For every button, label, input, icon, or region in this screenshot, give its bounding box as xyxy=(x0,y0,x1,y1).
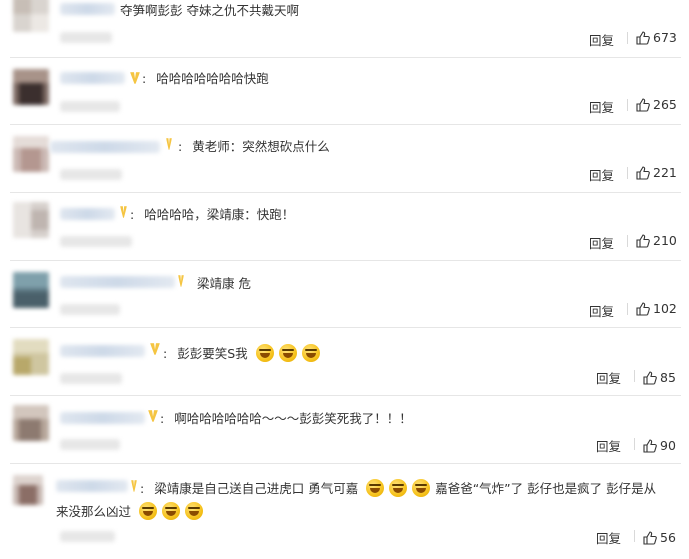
divider xyxy=(627,32,628,44)
comment-item: : 彭彭要笑S我 回复 85 xyxy=(10,327,681,396)
laughing-crying-emoji-icon xyxy=(412,479,431,497)
like-button[interactable]: 56 xyxy=(643,530,676,545)
comment-item: 梁靖康 危 回复 102 xyxy=(10,260,681,328)
thumbs-up-icon xyxy=(636,234,650,248)
reply-button[interactable]: 回复 xyxy=(596,528,621,547)
vip-badge xyxy=(166,138,172,150)
comment-text: 梁靖康 危 xyxy=(197,276,251,291)
like-button[interactable]: 265 xyxy=(636,97,677,112)
thumbs-up-icon xyxy=(636,166,650,180)
comment-item: : 梁靖康是自己送自己进虎口 勇气可嘉 嘉爸爸“气炸”了 彭仔也是疯了 彭仔是从 … xyxy=(10,463,681,559)
comment-time xyxy=(60,373,122,384)
thumbs-up-icon xyxy=(643,531,657,545)
comment-time xyxy=(60,32,112,43)
comment-text: : 彭彭要笑S我 xyxy=(163,344,325,362)
username[interactable] xyxy=(60,276,175,288)
laughing-crying-emoji-icon xyxy=(389,479,408,497)
laughing-crying-emoji-icon xyxy=(366,479,385,497)
comment-time xyxy=(60,169,122,180)
username[interactable] xyxy=(60,208,115,220)
laughing-crying-emoji-icon xyxy=(139,502,157,520)
comment-text: : 哈哈哈哈，梁靖康：快跑！ xyxy=(130,207,295,222)
reply-button[interactable]: 回复 xyxy=(589,233,614,252)
username[interactable] xyxy=(50,141,160,153)
comment-time xyxy=(60,304,120,315)
divider xyxy=(634,370,635,382)
avatar[interactable] xyxy=(13,339,49,375)
divider xyxy=(634,438,635,450)
like-button[interactable]: 85 xyxy=(643,370,676,385)
avatar[interactable] xyxy=(13,69,49,105)
avatar[interactable] xyxy=(13,0,49,32)
like-button[interactable]: 673 xyxy=(636,30,677,45)
username[interactable] xyxy=(60,412,145,424)
avatar[interactable] xyxy=(13,405,49,441)
like-button[interactable]: 102 xyxy=(636,301,677,316)
like-button[interactable]: 210 xyxy=(636,233,677,248)
reply-button[interactable]: 回复 xyxy=(589,97,614,116)
username[interactable] xyxy=(60,3,115,15)
comment-text-line2: 来没那么凶过 xyxy=(56,502,208,520)
vip-badge xyxy=(120,206,127,218)
like-button[interactable]: 221 xyxy=(636,165,677,180)
laughing-crying-emoji-icon xyxy=(255,344,274,362)
avatar[interactable] xyxy=(13,136,49,172)
thumbs-up-icon xyxy=(643,371,657,385)
comment-item: : 哈哈哈哈，梁靖康：快跑！ 回复 210 xyxy=(10,192,681,261)
comment-item: : 哈哈哈哈哈哈哈快跑 回复 265 xyxy=(10,57,681,125)
thumbs-up-icon xyxy=(636,98,650,112)
comment-item: : 黄老师：突然想砍点什么 回复 221 xyxy=(10,124,681,193)
comment-text: : 啊哈哈哈哈哈哈～～～彭彭笑死我了！！！ xyxy=(160,411,412,426)
comment-item: 夺笋啊彭彭 夺妹之仇不共戴天啊 回复 673 xyxy=(10,0,681,58)
laughing-crying-emoji-icon xyxy=(162,502,180,520)
laughing-crying-emoji-icon xyxy=(301,344,320,362)
reply-button[interactable]: 回复 xyxy=(589,301,614,320)
comment-text: 夺笋啊彭彭 夺妹之仇不共戴天啊 xyxy=(120,3,299,18)
vip-badge xyxy=(150,343,160,355)
thumbs-up-icon xyxy=(636,302,650,316)
comment-time xyxy=(60,101,120,112)
comment-time xyxy=(60,531,115,542)
reply-button[interactable]: 回复 xyxy=(589,165,614,184)
divider xyxy=(634,530,635,542)
divider xyxy=(627,303,628,315)
thumbs-up-icon xyxy=(643,439,657,453)
avatar[interactable] xyxy=(13,272,49,308)
divider xyxy=(627,235,628,247)
reply-button[interactable]: 回复 xyxy=(589,30,614,49)
reply-button[interactable]: 回复 xyxy=(596,368,621,387)
vip-badge xyxy=(178,275,184,287)
username[interactable] xyxy=(60,345,145,357)
avatar[interactable] xyxy=(13,202,49,238)
comment-text: : 哈哈哈哈哈哈哈快跑 xyxy=(142,71,269,86)
vip-badge xyxy=(131,480,137,492)
username[interactable] xyxy=(60,72,125,84)
comment-text: : 黄老师：突然想砍点什么 xyxy=(178,139,330,154)
username[interactable] xyxy=(56,480,128,492)
comment-text: : 梁靖康是自己送自己进虎口 勇气可嘉 嘉爸爸“气炸”了 彭仔也是疯了 彭仔是从 xyxy=(140,479,657,497)
divider xyxy=(627,99,628,111)
vip-badge xyxy=(130,72,140,84)
like-button[interactable]: 90 xyxy=(643,438,676,453)
thumbs-up-icon xyxy=(636,31,650,45)
reply-button[interactable]: 回复 xyxy=(596,436,621,455)
laughing-crying-emoji-icon xyxy=(278,344,297,362)
comment-time xyxy=(60,236,132,247)
avatar[interactable] xyxy=(13,475,43,505)
laughing-crying-emoji-icon xyxy=(185,502,203,520)
divider xyxy=(627,167,628,179)
vip-badge xyxy=(148,410,158,422)
comment-time xyxy=(60,439,120,450)
comment-item: : 啊哈哈哈哈哈哈～～～彭彭笑死我了！！！ 回复 90 xyxy=(10,395,681,464)
